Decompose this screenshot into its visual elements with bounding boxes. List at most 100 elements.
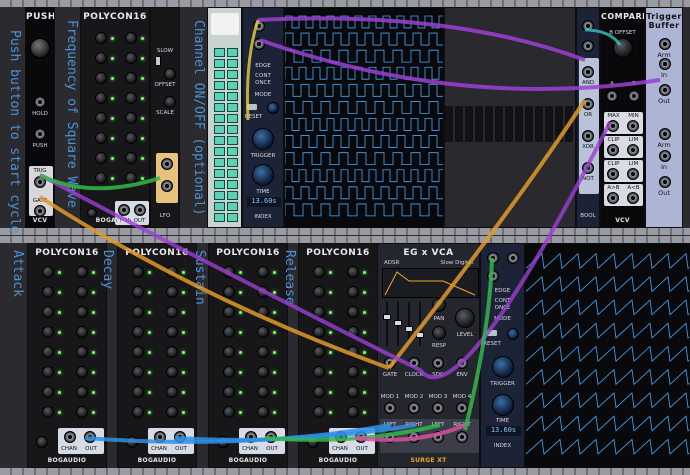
polycon-bottom-chan-knob[interactable] — [126, 436, 138, 448]
egvca-out-jack[interactable] — [432, 431, 444, 443]
scope-bottom-in-jack-2[interactable] — [507, 252, 519, 264]
channel-toggle-button[interactable] — [214, 180, 225, 189]
channel-toggle-button[interactable] — [214, 191, 225, 200]
polycon-bottom-knob[interactable] — [257, 406, 269, 418]
compare-b-jack[interactable] — [628, 90, 640, 102]
polycon-bottom-knob[interactable] — [313, 386, 325, 398]
polycon-top-knob[interactable] — [95, 92, 107, 104]
polycon-top-knob[interactable] — [95, 132, 107, 144]
polycon-bottom-out-jack[interactable] — [265, 431, 277, 443]
channel-toggle-button[interactable] — [214, 202, 225, 211]
polycon-bottom-chan-jack[interactable] — [245, 431, 257, 443]
channel-toggle-button[interactable] — [214, 114, 225, 123]
polycon-bottom-knob[interactable] — [132, 286, 144, 298]
scope-bottom-in-jack-1[interactable] — [487, 252, 499, 264]
polycon-bottom-knob[interactable] — [42, 366, 54, 378]
channel-toggle-button[interactable] — [214, 81, 225, 90]
channel-toggle-button[interactable] — [214, 213, 225, 222]
trigger-buffer-out-jack[interactable] — [659, 84, 671, 96]
polycon-bottom-knob[interactable] — [347, 306, 359, 318]
polycon-bottom-out-jack[interactable] — [174, 431, 186, 443]
polycon-bottom-knob[interactable] — [42, 386, 54, 398]
channel-toggle-button[interactable] — [214, 48, 225, 57]
polycon-top-knob[interactable] — [125, 32, 137, 44]
trigger-buffer-arm-jack[interactable] — [659, 128, 671, 140]
compare-out-jack[interactable] — [627, 168, 639, 180]
polycon-bottom-knob[interactable] — [223, 306, 235, 318]
polycon-bottom-knob[interactable] — [132, 346, 144, 358]
polycon-bottom-knob[interactable] — [76, 406, 88, 418]
polycon-bottom-knob[interactable] — [76, 266, 88, 278]
polycon-bottom-knob[interactable] — [313, 306, 325, 318]
polycon-bottom-knob[interactable] — [257, 346, 269, 358]
polycon-bottom-knob[interactable] — [132, 386, 144, 398]
polycon-bottom-knob[interactable] — [223, 286, 235, 298]
channel-toggle-button[interactable] — [227, 191, 238, 200]
egvca-slider-handle[interactable] — [383, 314, 391, 320]
polycon-bottom-knob[interactable] — [42, 326, 54, 338]
slow-switch[interactable] — [155, 56, 161, 66]
compare-out-jack[interactable] — [607, 168, 619, 180]
polycon-bottom-chan-knob[interactable] — [36, 436, 48, 448]
polycon-bottom-out-jack[interactable] — [84, 431, 96, 443]
polycon-bottom-knob[interactable] — [347, 406, 359, 418]
bool-out-jack-or[interactable] — [582, 98, 594, 110]
polycon-top-knob[interactable] — [125, 132, 137, 144]
polycon-top-knob[interactable] — [125, 172, 137, 184]
channel-toggle-button[interactable] — [227, 213, 238, 222]
channel-toggle-button[interactable] — [214, 169, 225, 178]
polycon-top-knob[interactable] — [95, 172, 107, 184]
push-jack[interactable] — [34, 128, 46, 140]
polycon-bottom-knob[interactable] — [166, 366, 178, 378]
polycon-bottom-knob[interactable] — [223, 326, 235, 338]
bool-in-jack-b[interactable] — [582, 40, 594, 52]
compare-out-jack[interactable] — [607, 192, 619, 204]
polycon-bottom-knob[interactable] — [347, 346, 359, 358]
egvca-pan-knob[interactable] — [432, 298, 446, 312]
egvca-mod-jack[interactable] — [408, 402, 420, 414]
polycon-bottom-knob[interactable] — [132, 406, 144, 418]
polycon-bottom-knob[interactable] — [42, 346, 54, 358]
trigger-buffer-arm-jack[interactable] — [659, 38, 671, 50]
egvca-mod-jack[interactable] — [432, 402, 444, 414]
channel-toggle-button[interactable] — [214, 158, 225, 167]
trigger-buffer-in-jack[interactable] — [659, 58, 671, 70]
polycon-bottom-knob[interactable] — [42, 406, 54, 418]
bool-out-jack-not[interactable] — [582, 162, 594, 174]
scope-bottom-trigger-knob[interactable] — [492, 356, 514, 378]
channel-toggle-button[interactable] — [227, 158, 238, 167]
scope-top-in-jack-1[interactable] — [253, 20, 265, 32]
offset-knob[interactable] — [164, 68, 176, 80]
scope-bottom-time-knob[interactable] — [492, 394, 514, 416]
polycon-top-out-jack[interactable] — [134, 204, 146, 216]
channel-toggle-button[interactable] — [214, 70, 225, 79]
polycon-bottom-knob[interactable] — [76, 326, 88, 338]
compare-a-jack[interactable] — [606, 90, 618, 102]
polycon-bottom-knob[interactable] — [313, 346, 325, 358]
egvca-resp-knob[interactable] — [432, 326, 446, 340]
polycon-bottom-chan-jack[interactable] — [154, 431, 166, 443]
polycon-bottom-knob[interactable] — [166, 306, 178, 318]
polycon-bottom-knob[interactable] — [257, 306, 269, 318]
channel-toggle-button[interactable] — [227, 202, 238, 211]
egvca-out-jack[interactable] — [408, 431, 420, 443]
polycon-bottom-knob[interactable] — [166, 346, 178, 358]
bool-out-jack-and[interactable] — [582, 66, 594, 78]
egvca-env-jack[interactable] — [456, 357, 468, 369]
compare-out-jack[interactable] — [627, 144, 639, 156]
scope-top-trigger-knob[interactable] — [252, 128, 274, 150]
channel-toggle-button[interactable] — [227, 59, 238, 68]
channel-toggle-button[interactable] — [214, 125, 225, 134]
scope-bottom-reset-button[interactable] — [487, 330, 497, 336]
egvca-slider-handle[interactable] — [394, 320, 402, 326]
scope-top-in-jack-2[interactable] — [253, 38, 265, 50]
polycon-bottom-knob[interactable] — [257, 386, 269, 398]
egvca-out-jack[interactable] — [456, 431, 468, 443]
channel-toggle-button[interactable] — [227, 92, 238, 101]
channel-toggle-button[interactable] — [227, 103, 238, 112]
polycon-bottom-knob[interactable] — [347, 286, 359, 298]
compare-out-jack[interactable] — [607, 120, 619, 132]
compare-out-jack[interactable] — [627, 120, 639, 132]
egvca-clock-jack[interactable] — [408, 357, 420, 369]
egvca-gate-jack[interactable] — [384, 357, 396, 369]
